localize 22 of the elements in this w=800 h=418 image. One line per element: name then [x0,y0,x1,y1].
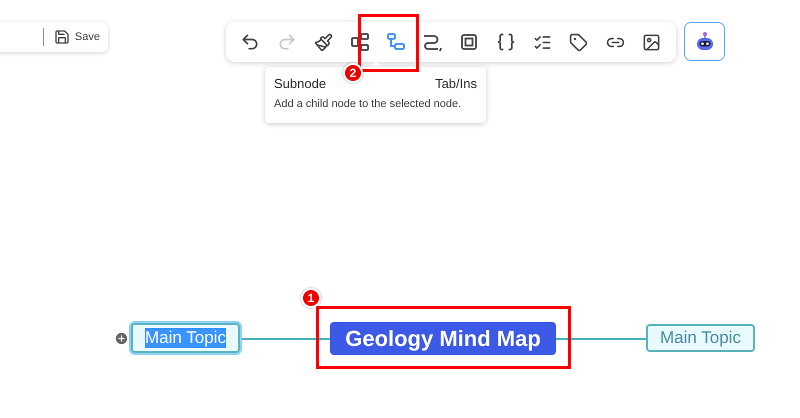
tag-icon [569,32,588,52]
expand-icon[interactable] [114,331,129,346]
central-topic[interactable]: Geology Mind Map [330,322,556,355]
step-badge: 1 [301,288,321,308]
highlight-frame [358,14,419,72]
subnode-icon [386,32,406,52]
braces-icon [496,32,516,52]
topic-node[interactable]: Main Topic [131,323,240,353]
save-button[interactable]: Save [54,29,100,45]
topic-node[interactable]: Main Topic [646,324,755,352]
shortcut-text: Tab/Ins [435,76,477,91]
redo-icon [276,32,297,52]
relation-icon [422,32,444,52]
brush-icon [314,32,333,52]
tooltip-title: Subnode [274,76,326,91]
boundary-icon [459,32,480,52]
tooltip-description: Add a child node to the selected node. [274,98,462,110]
assistant-button[interactable] [684,22,725,61]
image-icon [642,32,662,52]
undo-icon [240,32,260,52]
structure-icon [350,32,370,52]
save-icon [54,29,70,45]
